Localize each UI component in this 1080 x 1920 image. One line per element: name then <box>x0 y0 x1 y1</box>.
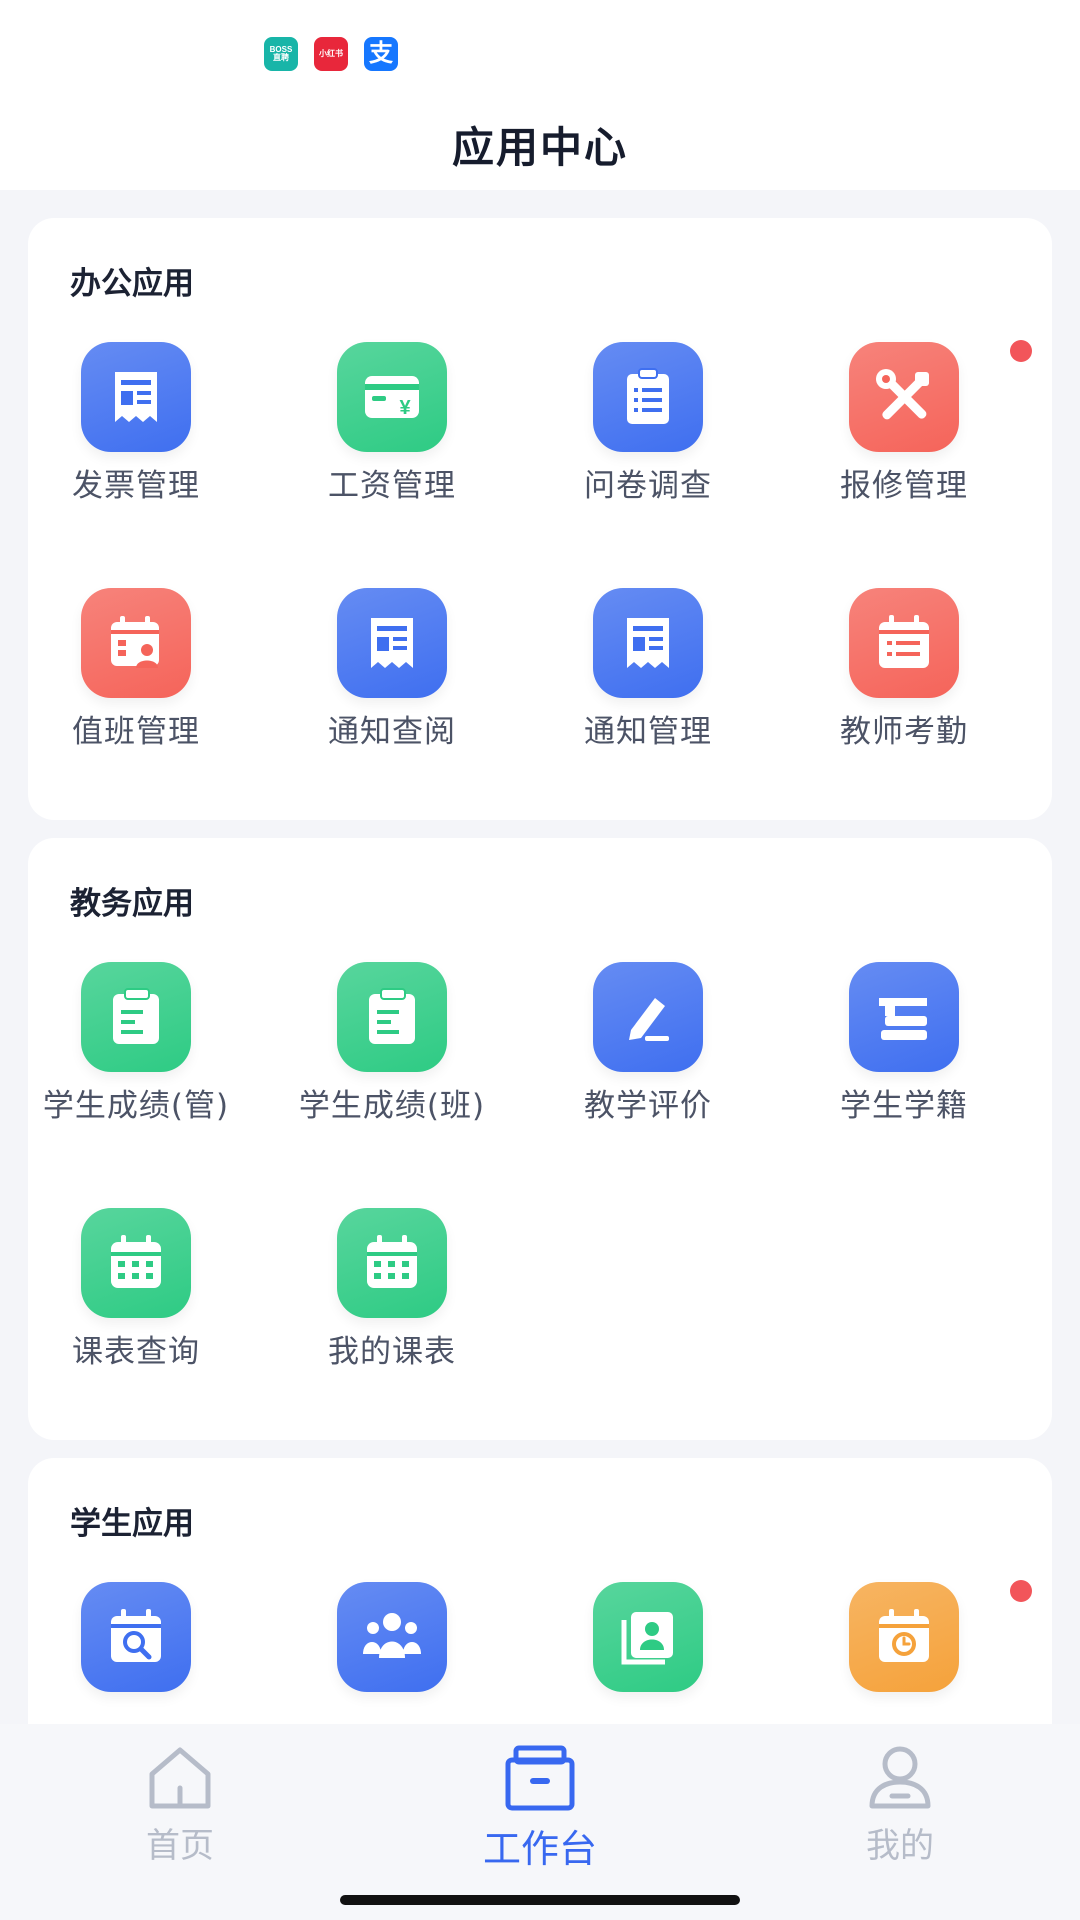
app-item[interactable]: 发票管理 <box>8 340 264 540</box>
app-label: 学生成绩(班) <box>298 1088 486 1124</box>
app-label: 通知管理 <box>584 714 712 750</box>
app-item[interactable]: 我的课表 <box>264 1206 520 1406</box>
pencil-edit-icon <box>593 962 703 1072</box>
app-label: 学生学籍 <box>840 1088 968 1124</box>
tab-label-home: 首页 <box>146 1826 214 1866</box>
app-label: 课表查询 <box>72 1334 200 1370</box>
notice-receipt-icon <box>337 588 447 698</box>
app-label: 学生成绩(管) <box>42 1088 230 1124</box>
timetable-calendar-icon <box>337 1208 447 1318</box>
page-title: 应用中心 <box>451 123 628 172</box>
app-item[interactable]: 学生成绩(管) <box>8 960 264 1160</box>
grade-clipboard-icon <box>337 962 447 1072</box>
notification-badge <box>1010 1580 1032 1602</box>
duty-calendar-person-icon <box>81 588 191 698</box>
app-item[interactable]: 报修管理 <box>776 340 1032 540</box>
app-item[interactable] <box>8 1580 264 1724</box>
xiaohongshu-app-notification-icon: 小红书 <box>314 37 348 71</box>
section-title-academic: 教务应用 <box>70 886 194 922</box>
app-item[interactable] <box>776 1580 1032 1724</box>
app-label: 教师考勤 <box>840 714 968 750</box>
repair-tools-icon <box>849 342 959 452</box>
student-profile-icon <box>593 1582 703 1692</box>
student-apps-section: 学生应用 <box>28 1458 1052 1724</box>
status-bar: BOSS 直聘 小红书 支 <box>0 0 1080 100</box>
tab-label-profile: 我的 <box>866 1826 934 1866</box>
boss-app-notification-icon: BOSS 直聘 <box>264 37 298 71</box>
app-item[interactable]: 值班管理 <box>8 586 264 786</box>
app-label: 通知查阅 <box>328 714 456 750</box>
survey-clipboard-icon <box>593 342 703 452</box>
app-label: 我的课表 <box>328 1334 456 1370</box>
app-label: 问卷调查 <box>584 468 712 504</box>
office-apps-section: 办公应用 发票管理 ¥ 工资管理 问卷调查 报修管理 值班管理 通知查阅 通知管理… <box>28 218 1052 820</box>
bottom-tab-bar: 首页 工作台 我的 <box>0 1724 1080 1920</box>
grade-clipboard-icon <box>81 962 191 1072</box>
alipay-app-notification-icon: 支 <box>364 37 398 71</box>
app-label: 报修管理 <box>840 468 968 504</box>
app-item[interactable]: 通知查阅 <box>264 586 520 786</box>
home-indicator <box>340 1895 740 1905</box>
invoice-icon <box>81 342 191 452</box>
profile-person-icon <box>869 1746 931 1809</box>
svg-text:¥: ¥ <box>399 397 411 419</box>
tab-profile[interactable]: 我的 <box>800 1740 1000 1880</box>
tab-label-workbench: 工作台 <box>482 1827 597 1871</box>
app-item[interactable]: 学生学籍 <box>776 960 1032 1160</box>
notification-badge <box>1010 340 1032 362</box>
app-item[interactable]: 教学评价 <box>520 960 776 1160</box>
app-item[interactable]: 教师考勤 <box>776 586 1032 786</box>
header: 应用中心 <box>0 100 1080 190</box>
app-item[interactable]: 学生成绩(班) <box>264 960 520 1160</box>
graduation-books-icon <box>849 962 959 1072</box>
app-label: 工资管理 <box>328 468 456 504</box>
calendar-search-icon <box>81 1582 191 1692</box>
app-list-scroll-area[interactable]: 办公应用 发票管理 ¥ 工资管理 问卷调查 报修管理 值班管理 通知查阅 通知管理… <box>0 190 1080 1724</box>
app-label: 值班管理 <box>72 714 200 750</box>
tab-home[interactable]: 首页 <box>80 1740 280 1880</box>
app-label: 教学评价 <box>584 1088 712 1124</box>
notice-receipt-icon <box>593 588 703 698</box>
app-label: 发票管理 <box>72 468 200 504</box>
salary-card-icon: ¥ <box>337 342 447 452</box>
attendance-calendar-icon <box>849 588 959 698</box>
app-item[interactable] <box>264 1580 520 1724</box>
app-item[interactable]: 课表查询 <box>8 1206 264 1406</box>
app-item[interactable] <box>520 1580 776 1724</box>
group-people-icon <box>337 1582 447 1692</box>
section-title-office: 办公应用 <box>70 266 194 302</box>
timetable-calendar-icon <box>81 1208 191 1318</box>
app-item[interactable]: 通知管理 <box>520 586 776 786</box>
app-item[interactable]: 问卷调查 <box>520 340 776 540</box>
academic-apps-section: 教务应用 学生成绩(管) 学生成绩(班) 教学评价 学生学籍 课表查询 我的课表 <box>28 838 1052 1440</box>
tab-workbench[interactable]: 工作台 <box>440 1740 640 1880</box>
app-item[interactable]: ¥ 工资管理 <box>264 340 520 540</box>
calendar-clock-icon <box>849 1582 959 1692</box>
section-title-student: 学生应用 <box>70 1506 194 1542</box>
home-icon <box>149 1747 211 1809</box>
workbench-box-icon <box>505 1745 575 1811</box>
